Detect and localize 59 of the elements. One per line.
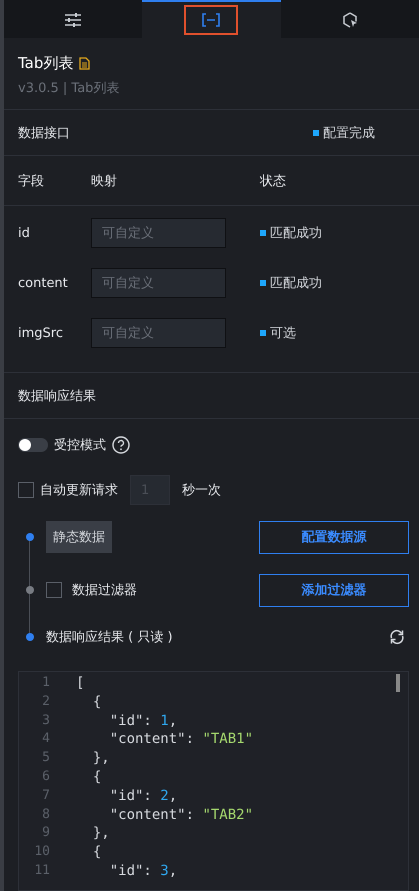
line-number: 9	[42, 824, 51, 842]
help-icon[interactable]	[112, 436, 130, 454]
cursor-icon	[342, 12, 358, 28]
section-label: 数据响应结果	[18, 388, 96, 404]
code-line: },	[92, 824, 110, 844]
checkbox-label: 自动更新请求	[40, 482, 118, 499]
column-header: 映射	[91, 172, 118, 190]
mapping-field[interactable]: 可自定义	[91, 268, 226, 298]
field-name: imgSrc	[18, 326, 64, 340]
code-line: },	[92, 749, 110, 768]
unit-label: 秒一次	[182, 482, 221, 499]
line-number: 6	[42, 768, 51, 786]
panel-tab[interactable]	[142, 0, 281, 38]
checkbox[interactable]	[46, 582, 62, 598]
code-line: "content": "TAB2"	[108, 806, 254, 824]
toggle-switch[interactable]	[18, 438, 48, 452]
line-number: 4	[42, 730, 51, 748]
checkbox-label: 数据过滤器	[72, 582, 137, 599]
code-line: {	[92, 843, 102, 862]
data-source-tag: 静态数据	[46, 521, 112, 553]
code-line: "id": 1,	[108, 712, 178, 730]
code-line: "content": "TAB1"	[108, 730, 254, 750]
refresh-icon[interactable]	[389, 629, 405, 645]
line-number: 1	[42, 674, 51, 692]
code-line: [	[76, 674, 84, 693]
toggle-label: 受控模式	[54, 437, 106, 454]
mapping-field[interactable]: 可自定义	[91, 318, 226, 348]
match-status: 可选	[260, 324, 405, 342]
mapping-field[interactable]: 可自定义	[91, 218, 226, 248]
line-number: 10	[34, 843, 51, 862]
line-number: 2	[42, 692, 51, 711]
code-line: {	[92, 692, 102, 712]
line-number: 8	[42, 806, 51, 824]
document-icon[interactable]	[79, 57, 90, 70]
component-title: Tab列表	[18, 54, 74, 73]
configure-source-button[interactable]: 配置数据源	[259, 520, 409, 554]
column-header: 状态	[260, 172, 287, 190]
config-status: 配置完成	[313, 124, 405, 142]
code-line: {	[92, 768, 102, 787]
column-header: 字段	[18, 172, 45, 190]
line-number: 7	[42, 786, 51, 805]
code-line: "id": 3,	[108, 862, 178, 881]
field-name: content	[18, 276, 69, 290]
scrollbar-thumb[interactable]	[396, 674, 400, 692]
add-filter-button[interactable]: 添加过滤器	[259, 574, 409, 606]
result-label: 数据响应结果 ( 只读 )	[46, 629, 173, 646]
section-label: 数据接口	[18, 124, 70, 142]
version-text: v3.0.5 | Tab列表	[18, 80, 120, 97]
sliders-icon	[65, 13, 82, 27]
bracket-icon	[202, 13, 220, 27]
line-number: 5	[42, 749, 51, 768]
code-line: "id": 2,	[108, 786, 178, 806]
line-number: 3	[42, 712, 51, 730]
checkbox[interactable]	[18, 482, 34, 498]
line-number: 11	[34, 862, 51, 880]
match-status: 匹配成功	[260, 224, 405, 242]
match-status: 匹配成功	[260, 274, 405, 292]
code-editor[interactable]: 1 2 3 4 5 6 7 8 9 10 11 [ { "id": 1, "content": "TAB1" }, { "id": 2, "content": "TAB2" }, { "id": 3,	[18, 671, 409, 891]
field-name: id	[18, 226, 31, 240]
